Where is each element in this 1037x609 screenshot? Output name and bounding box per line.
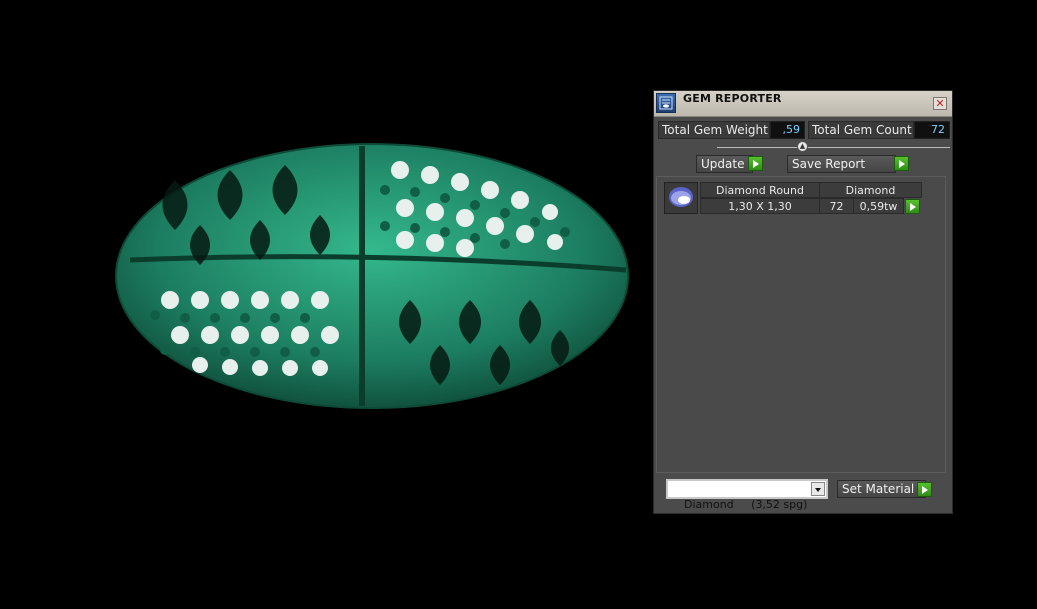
jewelry-model bbox=[115, 143, 629, 409]
panel-splitter-line bbox=[717, 147, 950, 148]
total-gem-count-label: Total Gem Count bbox=[808, 121, 914, 139]
gem-weight-cell: 0,59tw bbox=[853, 198, 904, 214]
material-select[interactable]: Diamond (3,52 spg) bbox=[666, 479, 828, 511]
gem-thumbnail bbox=[664, 182, 698, 214]
chevron-down-icon[interactable] bbox=[811, 482, 825, 496]
update-button[interactable]: Update bbox=[696, 155, 753, 173]
total-gem-count-value: 72 bbox=[914, 121, 950, 139]
gem-reporter-icon bbox=[656, 93, 676, 113]
close-icon[interactable]: ✕ bbox=[933, 97, 947, 110]
panel-titlebar[interactable]: GEM REPORTER ✕ bbox=[654, 91, 952, 117]
set-material-button[interactable]: Set Material bbox=[837, 480, 926, 498]
gem-list: Diamond Round Diamond 1,30 X 1,30 72 0,5… bbox=[656, 176, 946, 473]
save-report-go-icon[interactable] bbox=[894, 156, 909, 171]
gem-row-go-icon[interactable] bbox=[905, 199, 920, 214]
3d-viewport[interactable] bbox=[0, 0, 640, 609]
total-gem-weight-value: ,59 bbox=[770, 121, 805, 139]
gem-size-cell: 1,30 X 1,30 bbox=[700, 198, 820, 214]
update-go-icon[interactable] bbox=[748, 156, 763, 171]
save-report-button-label: Save Report bbox=[792, 157, 866, 171]
material-select-value: Diamond (3,52 spg) bbox=[684, 498, 808, 511]
panel-title: GEM REPORTER bbox=[683, 92, 782, 105]
gem-count-cell: 72 bbox=[819, 198, 854, 214]
gem-reporter-panel: GEM REPORTER ✕ Total Gem Weight ,59 Tota… bbox=[653, 90, 953, 514]
column-header-material: Diamond bbox=[819, 182, 922, 198]
total-gem-weight-label: Total Gem Weight bbox=[658, 121, 770, 139]
splitter-handle[interactable]: ▲ bbox=[797, 141, 808, 152]
column-header-shape: Diamond Round bbox=[700, 182, 820, 198]
set-material-button-label: Set Material bbox=[842, 482, 915, 496]
set-material-go-icon[interactable] bbox=[917, 482, 932, 497]
save-report-button[interactable]: Save Report bbox=[787, 155, 896, 173]
update-button-label: Update bbox=[701, 157, 745, 171]
